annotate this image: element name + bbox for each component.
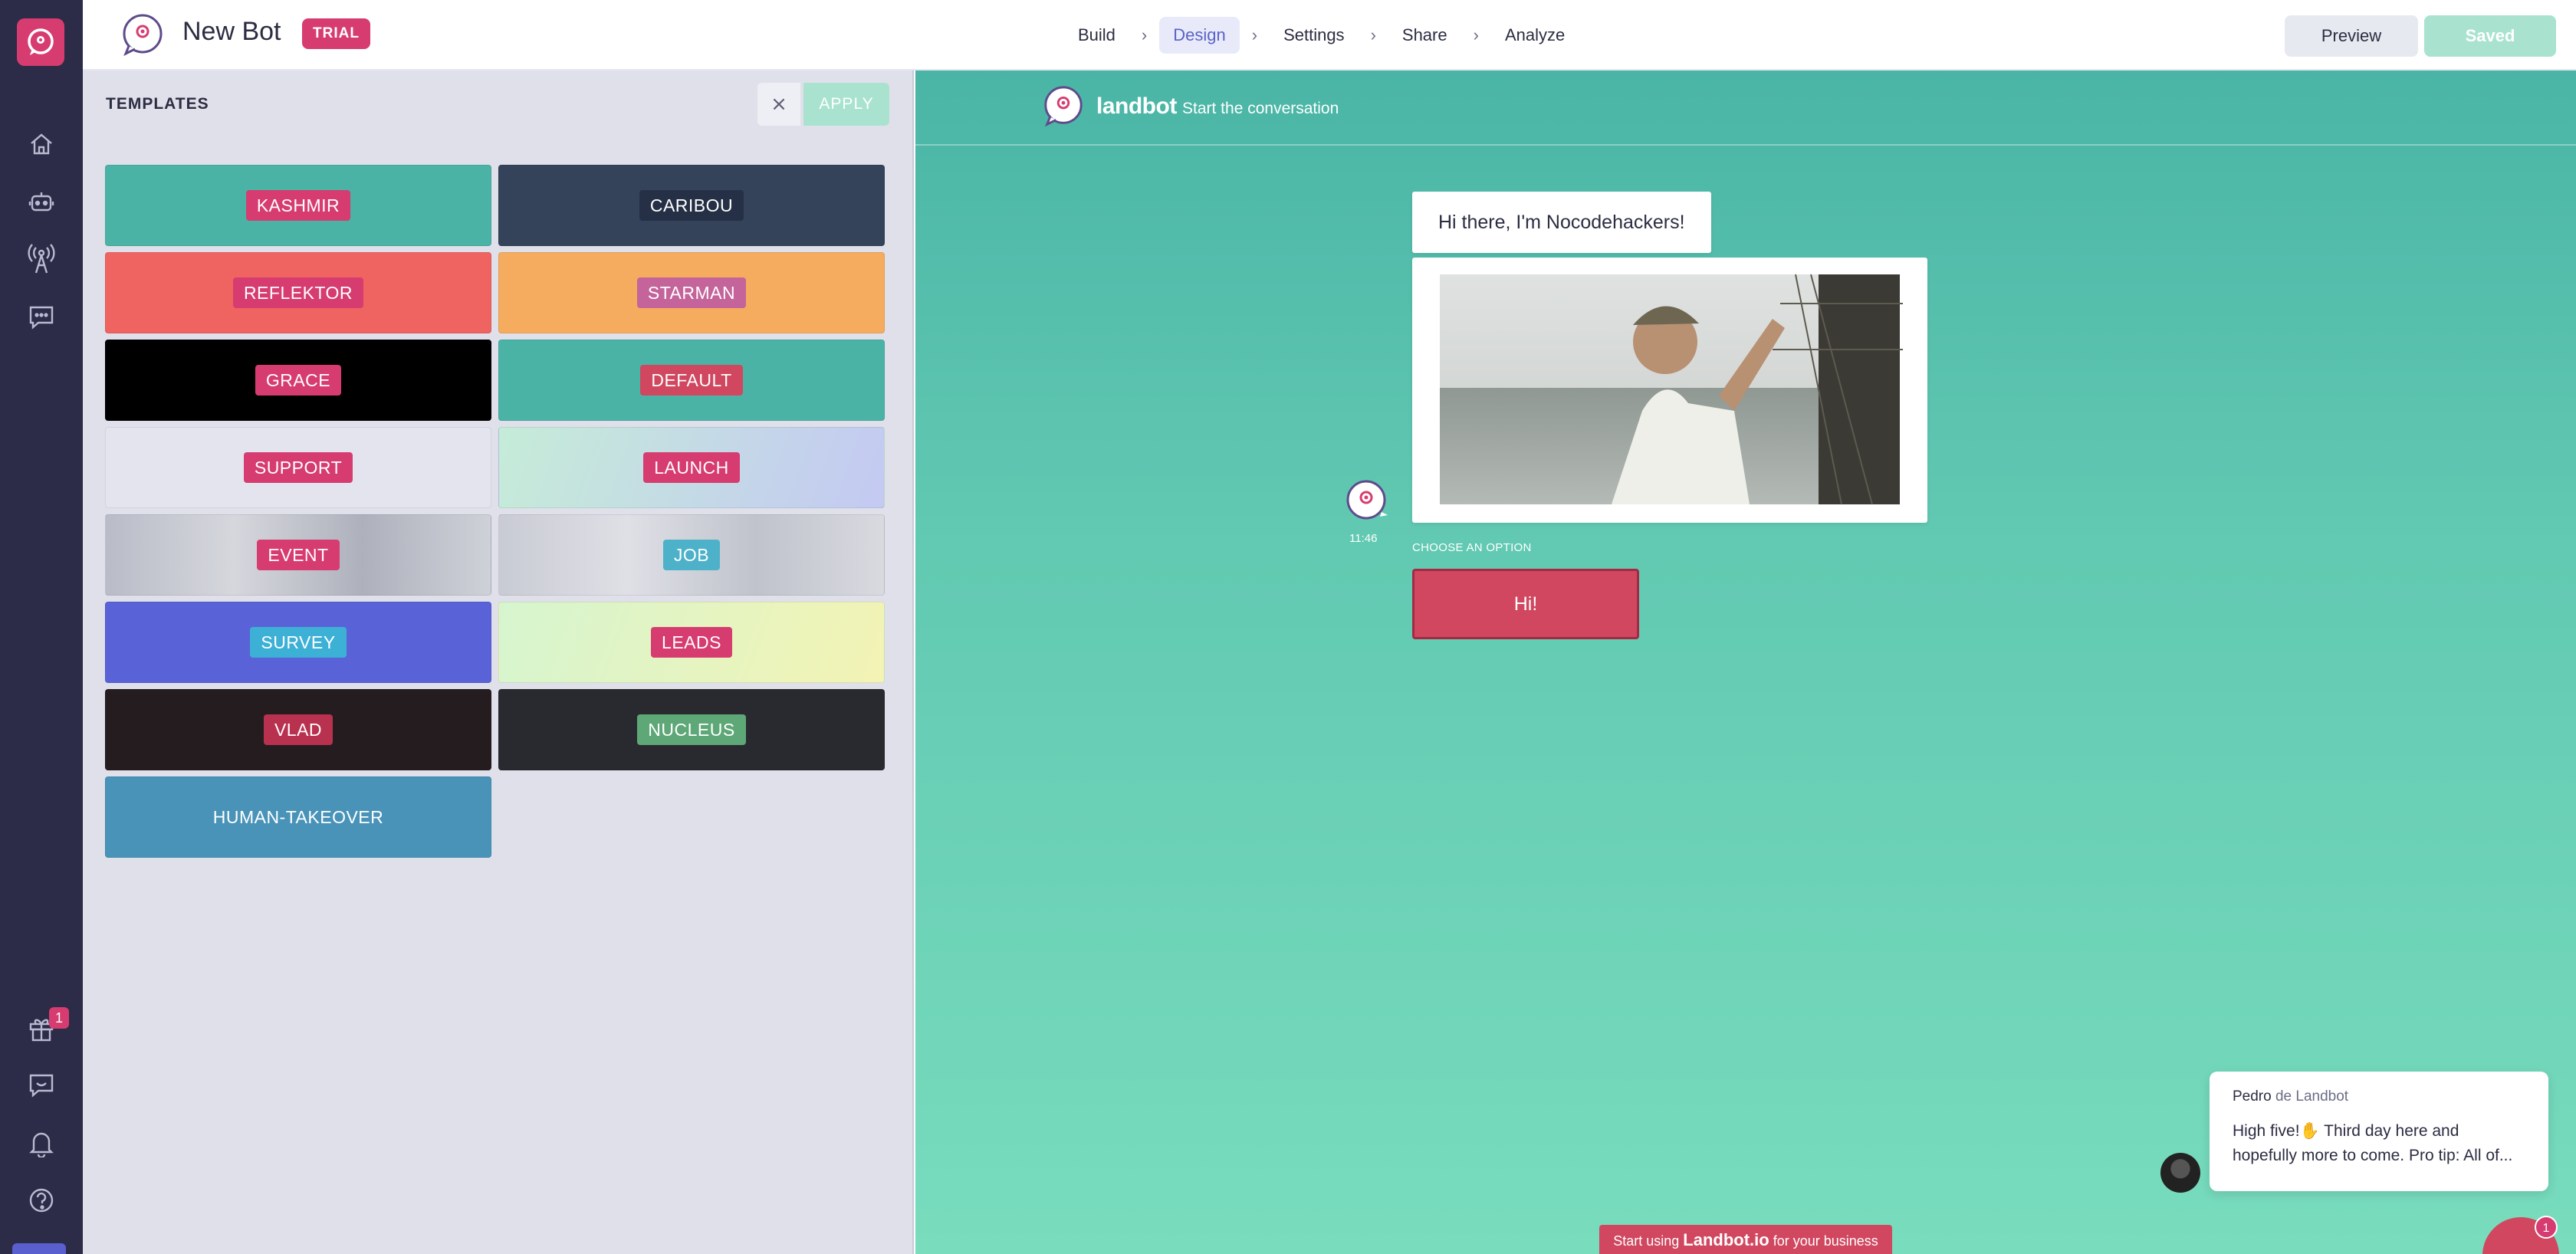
- template-label: STARMAN: [636, 277, 747, 308]
- close-icon[interactable]: ×: [757, 83, 800, 126]
- choose-option-label: CHOOSE AN OPTION: [1412, 541, 1532, 554]
- gif-image: [1440, 274, 1903, 505]
- template-label: HUMAN-TAKEOVER: [202, 802, 395, 832]
- landbot-logo-icon: [1041, 84, 1086, 129]
- home-icon[interactable]: [23, 126, 60, 162]
- preview-brand: landbot: [1096, 94, 1177, 119]
- template-label: NUCLEUS: [637, 714, 746, 745]
- template-label: GRACE: [255, 365, 342, 396]
- top-bar: New Bot TRIAL Build › Design › Settings …: [83, 0, 2576, 71]
- bot-logo-icon: [120, 12, 166, 58]
- option-hi-button[interactable]: Hi!: [1412, 569, 1639, 639]
- gift-count-badge: 1: [49, 1007, 69, 1029]
- template-label: KASHMIR: [245, 190, 351, 221]
- chat-from-suffix: de Landbot: [2275, 1088, 2349, 1105]
- template-default[interactable]: DEFAULT: [498, 340, 885, 421]
- template-survey[interactable]: SURVEY: [105, 602, 491, 683]
- feedback-icon[interactable]: [23, 1067, 60, 1104]
- left-rail: 1: [0, 0, 83, 1254]
- landbot-logo-icon[interactable]: [17, 18, 64, 66]
- nav-separator: ›: [1473, 25, 1479, 44]
- template-label: LAUNCH: [643, 452, 740, 483]
- template-kashmir[interactable]: KASHMIR: [105, 165, 491, 246]
- main-nav: Build › Design › Settings › Share › Anal…: [1064, 17, 1579, 54]
- broadcast-icon[interactable]: [23, 241, 60, 277]
- template-label: SUPPORT: [243, 452, 353, 483]
- bot-message-bubble: Hi there, I'm Nocodehackers!: [1412, 192, 1711, 253]
- nav-separator: ›: [1370, 25, 1376, 44]
- template-label: JOB: [662, 540, 721, 570]
- trial-badge: TRIAL: [302, 18, 370, 49]
- chat-popup-message: High five!✋ Third day here and hopefully…: [2233, 1122, 2513, 1164]
- cta-suffix: for your business: [1773, 1233, 1878, 1249]
- template-grace[interactable]: GRACE: [105, 340, 491, 421]
- template-label: LEADS: [651, 627, 732, 658]
- templates-grid: KASHMIR CARIBOU REFLEKTOR STARMAN GRACE DEFAU…: [105, 165, 891, 858]
- template-human-takeover[interactable]: HUMAN-TAKEOVER: [105, 776, 491, 858]
- bell-icon[interactable]: [23, 1125, 60, 1162]
- bot-preview: landbot Start the conversation Hi there,…: [915, 71, 2576, 1254]
- template-leads[interactable]: LEADS: [498, 602, 885, 683]
- nav-design[interactable]: Design: [1159, 17, 1240, 54]
- template-event[interactable]: EVENT: [105, 514, 491, 596]
- template-vlad[interactable]: VLAD: [105, 689, 491, 770]
- bot-icon[interactable]: [23, 184, 60, 221]
- template-label: VLAD: [263, 714, 334, 745]
- template-support[interactable]: SUPPORT: [105, 427, 491, 508]
- chat-popup-from: Pedro de Landbot: [2233, 1088, 2525, 1105]
- template-launch[interactable]: LAUNCH: [498, 427, 885, 508]
- preview-button[interactable]: Preview: [2285, 15, 2418, 57]
- chat-launcher-badge: 1: [2535, 1216, 2558, 1239]
- templates-panel: TEMPLATES × APPLY KASHMIR CARIBOU REFLEKTO…: [83, 71, 914, 1254]
- nav-separator: ›: [1251, 25, 1258, 44]
- bot-name[interactable]: New Bot: [182, 17, 281, 47]
- chat-from-name: Pedro: [2233, 1088, 2272, 1105]
- template-job[interactable]: JOB: [498, 514, 885, 596]
- bot-image-bubble: [1412, 258, 1927, 523]
- landbot-cta-banner[interactable]: Start using Landbot.io for your business: [1599, 1225, 1892, 1254]
- template-starman[interactable]: STARMAN: [498, 252, 885, 333]
- template-label: DEFAULT: [640, 365, 743, 396]
- template-label: EVENT: [257, 540, 340, 570]
- bot-avatar-icon: [1343, 478, 1389, 524]
- cta-prefix: Start using: [1613, 1233, 1680, 1249]
- saved-button[interactable]: Saved: [2424, 15, 2556, 57]
- chat-popup[interactable]: Pedro de Landbot High five!✋ Third day h…: [2210, 1072, 2548, 1191]
- panel-title: TEMPLATES: [106, 95, 209, 113]
- apply-button[interactable]: APPLY: [803, 83, 889, 126]
- preview-header: landbot Start the conversation: [915, 71, 2576, 146]
- nav-build[interactable]: Build: [1064, 17, 1129, 54]
- nav-analyze[interactable]: Analyze: [1491, 17, 1579, 54]
- nav-separator: ›: [1141, 25, 1148, 44]
- nav-settings[interactable]: Settings: [1270, 17, 1359, 54]
- message-time: 11:46: [1349, 532, 1378, 545]
- chat-icon[interactable]: [23, 299, 60, 336]
- preview-subtitle: Start the conversation: [1182, 100, 1339, 117]
- cta-brand: Landbot.io: [1683, 1230, 1769, 1249]
- template-nucleus[interactable]: NUCLEUS: [498, 689, 885, 770]
- nav-share[interactable]: Share: [1388, 17, 1461, 54]
- template-label: CARIBOU: [639, 190, 744, 221]
- template-label: REFLEKTOR: [232, 277, 364, 308]
- help-icon[interactable]: [23, 1182, 60, 1219]
- template-reflektor[interactable]: REFLEKTOR: [105, 252, 491, 333]
- template-caribou[interactable]: CARIBOU: [498, 165, 885, 246]
- user-avatar[interactable]: [12, 1243, 66, 1254]
- template-label: SURVEY: [250, 627, 347, 658]
- agent-avatar: [2160, 1153, 2200, 1193]
